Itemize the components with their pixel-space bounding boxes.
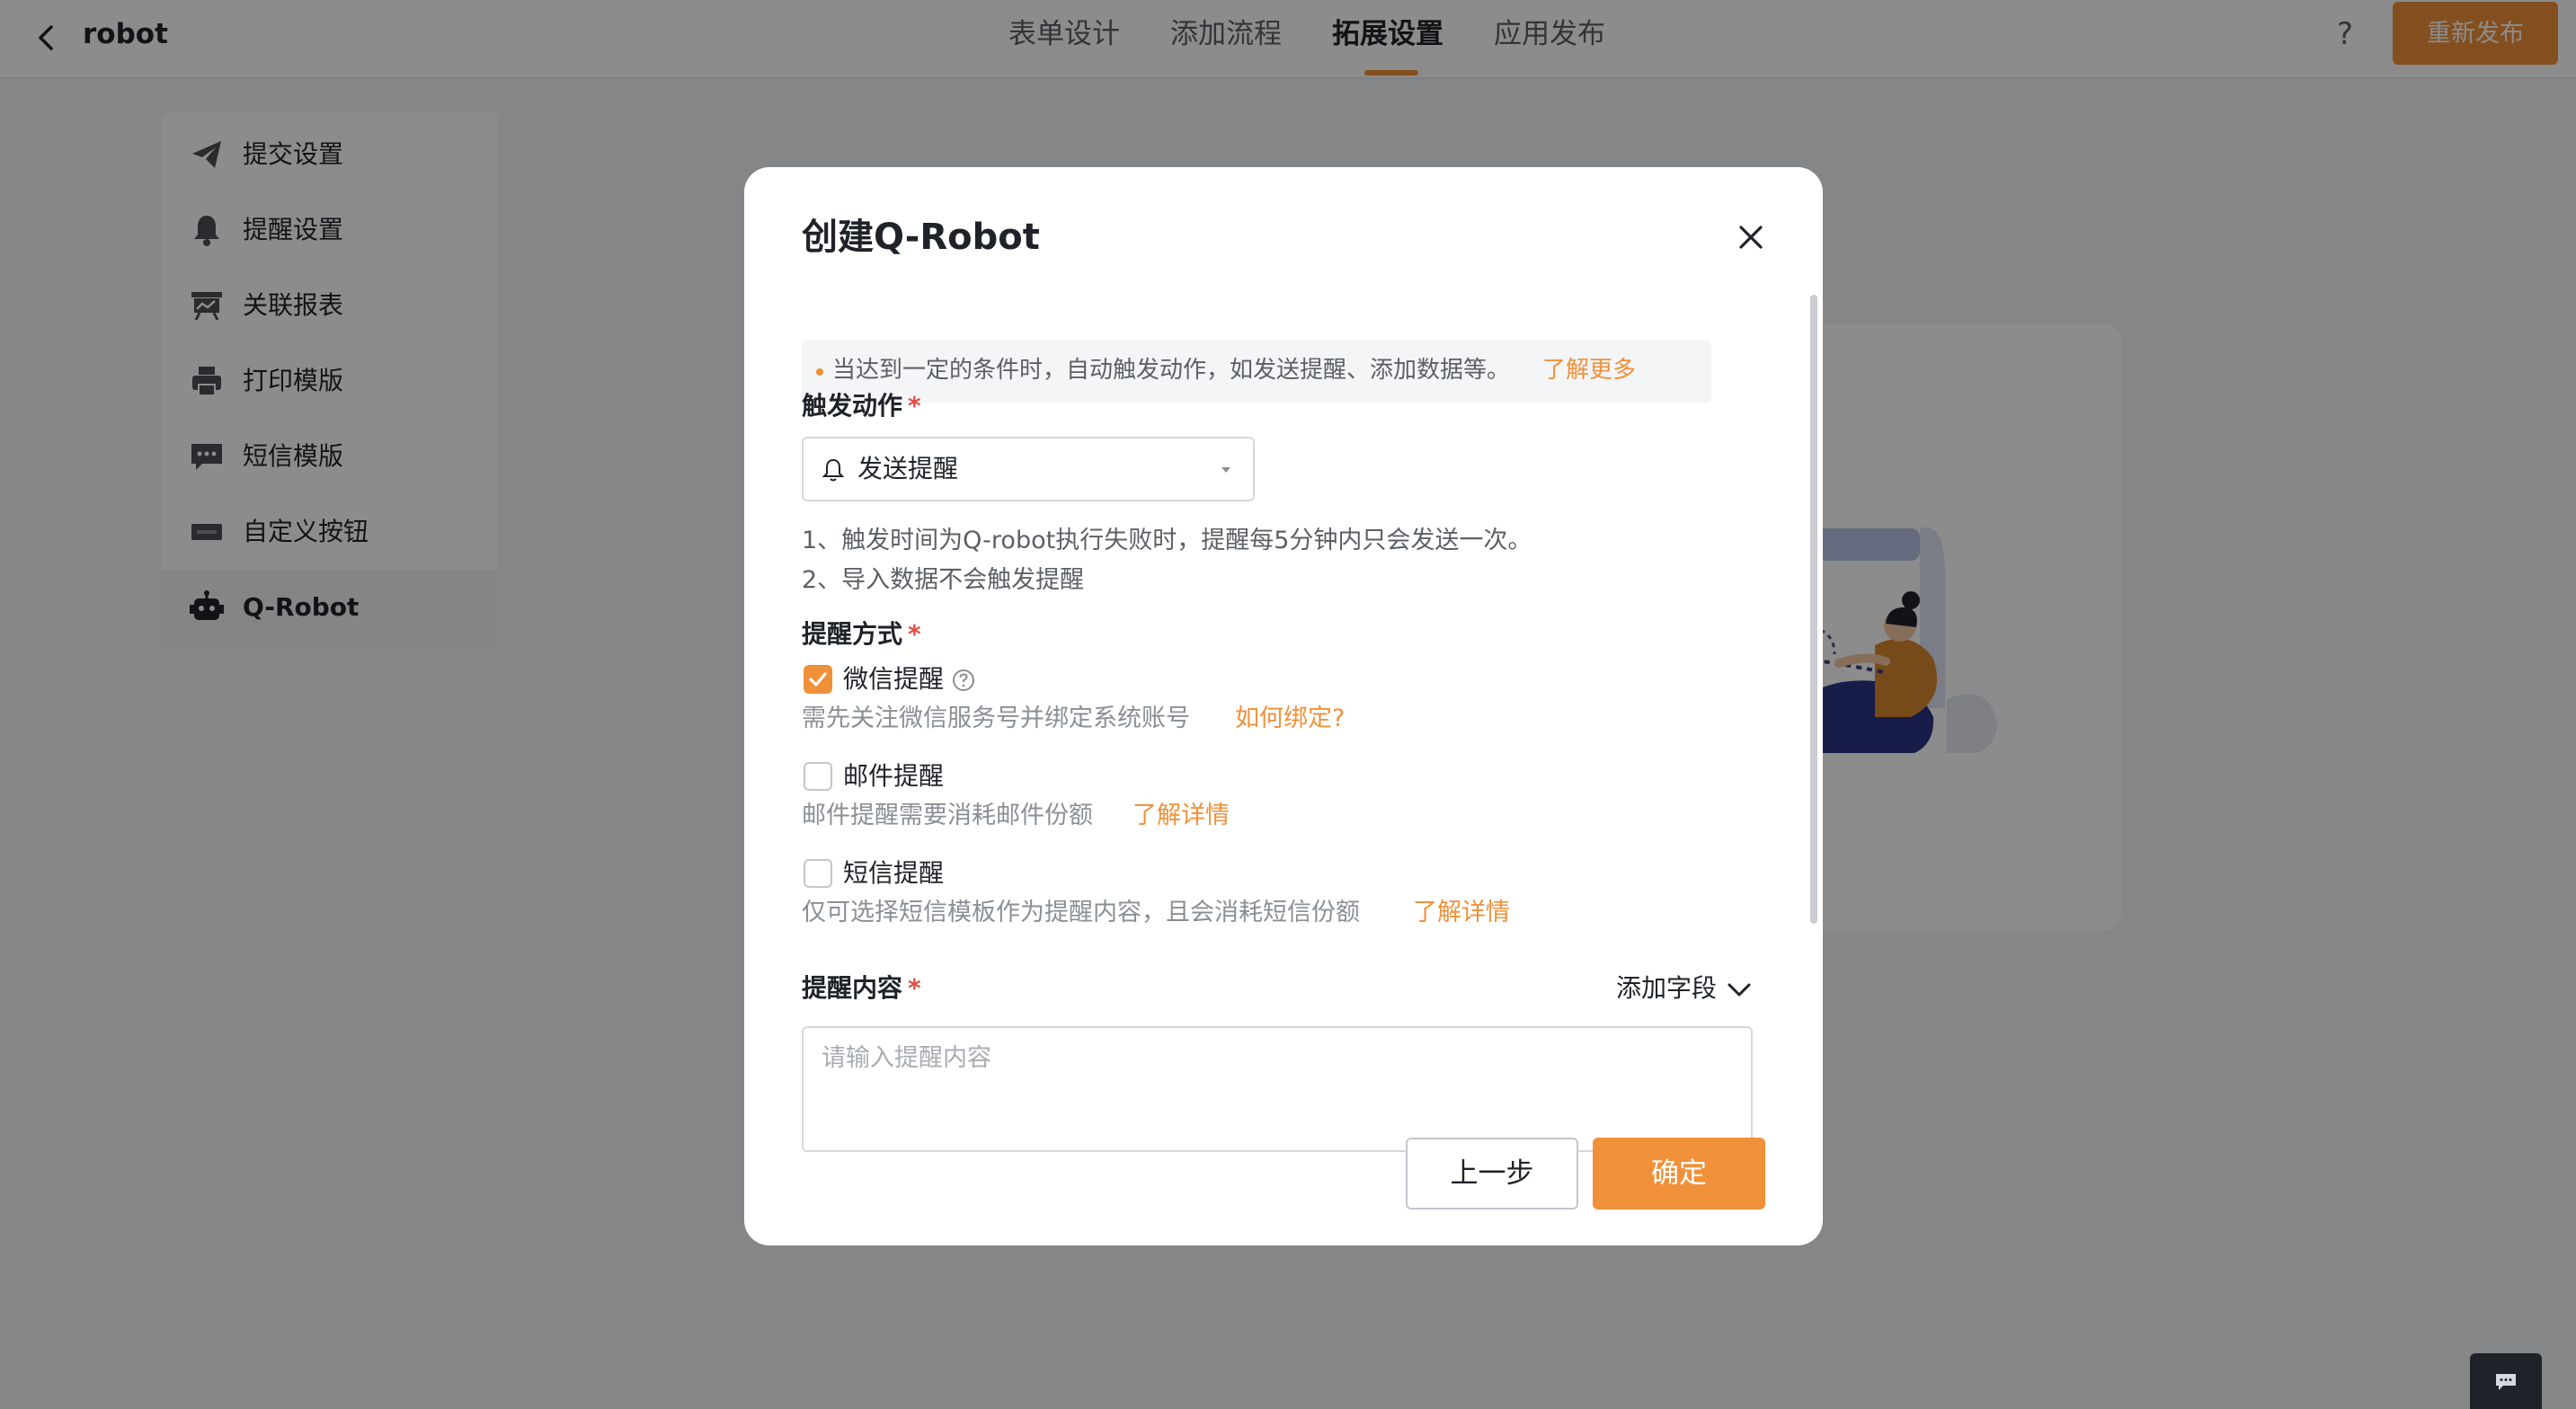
add-field-dropdown[interactable]: 添加字段 <box>1616 970 1751 1006</box>
sms-reminder-checkbox[interactable] <box>804 859 832 888</box>
info-banner: 当达到一定的条件时，自动触发动作，如发送提醒、添加数据等。 了解更多 <box>802 340 1711 403</box>
reminder-method-label: 提醒方式 * <box>802 616 921 652</box>
required-mark: * <box>908 973 921 1003</box>
check-icon <box>809 672 827 687</box>
dialog-scrollbar-thumb[interactable] <box>1810 295 1817 924</box>
trigger-action-label: 触发动作 * <box>802 388 921 424</box>
close-icon[interactable] <box>1729 216 1772 259</box>
field-label-text: 触发动作 <box>802 391 903 421</box>
wechat-reminder-hint: 需先关注微信服务号并绑定系统账号 <box>802 704 1190 732</box>
bell-icon <box>822 458 845 482</box>
reminder-content-input[interactable] <box>802 1026 1753 1152</box>
email-reminder-label[interactable]: 邮件提醒 <box>843 758 944 794</box>
sms-reminder-label[interactable]: 短信提醒 <box>843 855 944 891</box>
dialog-scroll-body: 当达到一定的条件时，自动触发动作，如发送提醒、添加数据等。 了解更多 触发动作 *… <box>744 284 1805 1220</box>
caret-down-icon <box>1221 467 1230 473</box>
required-mark: * <box>908 391 921 421</box>
field-label-text: 提醒内容 <box>802 973 903 1003</box>
sms-learn-details-link[interactable]: 了解详情 <box>1413 895 1510 931</box>
add-field-label: 添加字段 <box>1616 973 1718 1003</box>
reminder-content-label: 提醒内容 * <box>802 970 921 1006</box>
trigger-note: 1、触发时间为Q-robot执行失败时，提醒每5分钟内只会发送一次。 <box>802 527 1532 554</box>
field-label-text: 提醒方式 <box>802 619 903 649</box>
chevron-down-icon <box>1728 983 1751 997</box>
create-q-robot-dialog: 创建Q-Robot 当达到一定的条件时，自动触发动作，如发送提醒、添加数据等。 … <box>744 167 1823 1245</box>
chat-support-button[interactable] <box>2470 1353 2542 1409</box>
chat-bubble-icon <box>2496 1374 2516 1390</box>
learn-more-link[interactable]: 了解更多 <box>1542 352 1636 388</box>
trigger-action-select[interactable]: 发送提醒 <box>802 437 1255 501</box>
previous-step-button[interactable]: 上一步 <box>1406 1138 1578 1210</box>
wechat-reminder-label[interactable]: 微信提醒 <box>843 661 944 697</box>
question-circle-icon[interactable] <box>951 668 976 693</box>
info-text: 当达到一定的条件时，自动触发动作，如发送提醒、添加数据等。 <box>832 357 1511 384</box>
email-learn-details-link[interactable]: 了解详情 <box>1133 798 1230 834</box>
trigger-action-value: 发送提醒 <box>857 454 959 483</box>
confirm-button[interactable]: 确定 <box>1593 1138 1765 1210</box>
wechat-reminder-checkbox[interactable] <box>804 665 832 694</box>
trigger-note: 2、导入数据不会触发提醒 <box>802 566 1085 594</box>
dialog-title: 创建Q-Robot <box>802 217 1040 258</box>
info-bullet <box>816 368 823 376</box>
how-to-bind-link[interactable]: 如何绑定? <box>1235 701 1345 737</box>
email-reminder-checkbox[interactable] <box>804 762 832 791</box>
sms-reminder-hint: 仅可选择短信模板作为提醒内容，且会消耗短信份额 <box>802 899 1360 926</box>
required-mark: * <box>908 619 921 649</box>
email-reminder-hint: 邮件提醒需要消耗邮件份额 <box>802 802 1093 829</box>
